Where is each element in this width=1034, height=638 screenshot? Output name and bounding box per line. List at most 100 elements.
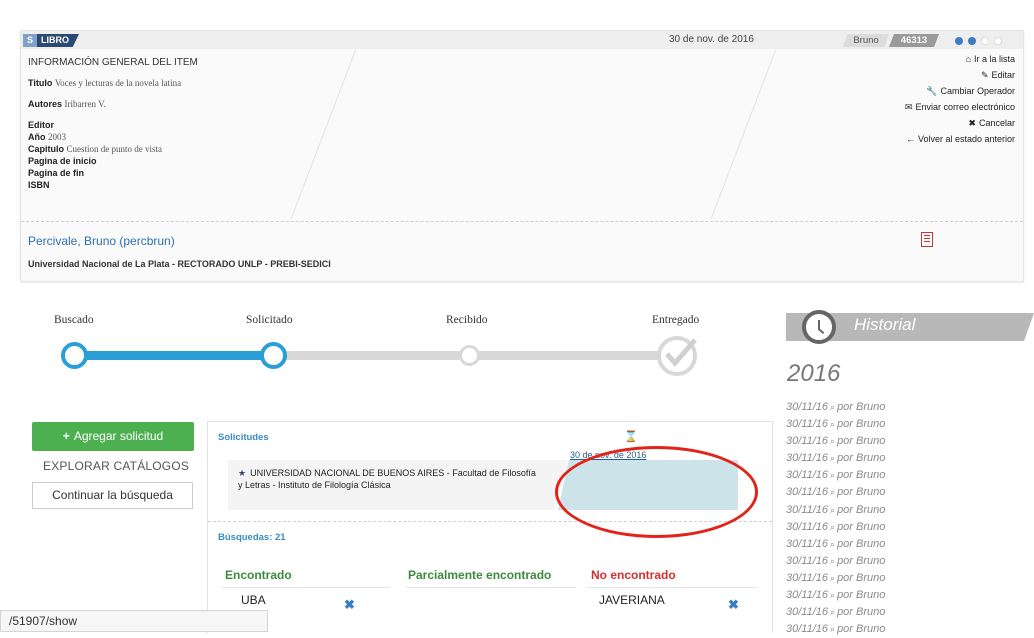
autores-label: Autores [28,99,63,109]
history-entry-user: por Bruno [837,469,886,482]
history-entry-user: por Bruno [837,452,886,465]
isbn-label: ISBN [28,180,50,190]
progress-track-done [74,351,274,360]
capitulo-value: Cuestion de punto de vista [66,144,163,154]
history-entry: 30/11/16 ⌕ por Bruno [786,587,885,604]
search-icon[interactable]: ⌕ [830,556,835,566]
history-entry-date: 30/11/16 [786,606,829,619]
history-entry-date: 30/11/16 [786,469,829,482]
request-cancel-icon[interactable]: ✖ [683,430,691,441]
user-name-link[interactable]: Percivale, Bruno (percbrun) [28,234,175,248]
item-card: S LIBRO 30 de nov. de 2016 Bruno 46313 I… [20,30,1024,282]
history-entry: 30/11/16 ⌕ por Bruno [786,433,885,450]
status-dot-3 [981,37,989,45]
request-provider: UNIVERSIDAD NACIONAL DE BUENOS AIRES - F… [238,468,536,490]
anio-label: Año [28,132,46,142]
request-provider-box: ★ UNIVERSIDAD NACIONAL DE BUENOS AIRES - … [228,460,568,510]
search-icon[interactable]: ⌕ [830,487,835,497]
searches-count: Búsquedas: 21 [218,532,286,543]
step-label-solicitado: Solicitado [246,314,293,326]
remove-not-found-icon[interactable]: ✖ [728,597,739,613]
home-icon: ⌂ [965,54,971,64]
document-icon[interactable] [921,232,933,247]
history-entry-user: por Bruno [837,589,886,602]
search-icon[interactable]: ⌕ [830,453,835,463]
browser-status-url: /51907/show [0,610,268,632]
explore-catalogs-link[interactable]: EXPLORAR CATÁLOGOS [43,459,189,473]
search-icon[interactable]: ⌕ [830,402,835,412]
history-entry-user: por Bruno [837,571,886,584]
change-operator-link[interactable]: 🔧 Cambiar Operador [905,83,1015,99]
history-entry-date: 30/11/16 [786,435,829,448]
card-separator [21,221,1023,222]
history-entry: 30/11/16 ⌕ por Bruno [786,450,885,467]
search-icon[interactable]: ⌕ [830,624,835,634]
envelope-icon: ✉ [904,102,913,112]
history-entry: 30/11/16 ⌕ por Bruno [786,484,885,501]
arrow-left-icon: ← [905,134,915,144]
add-request-button[interactable]: + Agregar solicitud [32,422,194,451]
send-email-link[interactable]: ✉ Enviar correo electrónico [905,99,1015,115]
section-title: INFORMACIÓN GENERAL DEL ITEM [28,57,198,68]
history-entry-date: 30/11/16 [786,623,829,636]
search-icon[interactable]: ⌕ [830,607,835,617]
search-icon[interactable]: ⌕ [830,522,835,532]
history-entry: 30/11/16 ⌕ por Bruno [786,467,885,484]
item-actions: ⌂ Ir a la lista ✎ Editar 🔧 Cambiar Operador… [905,51,1015,147]
pencil-icon: ✎ [980,70,989,80]
revert-state-link[interactable]: ← Volver al estado anterior [905,131,1015,147]
check-icon [665,338,697,367]
history-entry: 30/11/16 ⌕ por Bruno [786,570,885,587]
clock-icon [802,310,836,344]
capitulo-label: Capitulo [28,144,64,154]
history-entry-user: por Bruno [837,554,886,567]
step-node-solicitado [260,342,287,369]
history-entry-user: por Bruno [837,606,886,619]
edit-link[interactable]: ✎ Editar [905,67,1015,83]
history-entry: 30/11/16 ⌕ por Bruno [786,536,885,553]
search-icon[interactable]: ⌕ [830,505,835,515]
status-dot-2 [968,37,976,45]
history-entry-date: 30/11/16 [786,418,829,431]
titulo-label: Titulo [28,78,53,88]
search-icon[interactable]: ⌕ [830,419,835,429]
search-icon[interactable]: ⌕ [830,539,835,549]
card-header: S LIBRO 30 de nov. de 2016 Bruno 46313 [21,31,1023,49]
pagina-inicio-label: Pagina de inicio [28,156,97,166]
search-icon[interactable]: ⌕ [830,573,835,583]
requests-title: Solicitudes [218,432,269,443]
hourglass-icon: ⌛ [624,431,638,443]
history-entry: 30/11/16 ⌕ por Bruno [786,604,885,621]
continue-search-button[interactable]: Continuar la búsqueda [32,482,193,509]
history-entry-user: por Bruno [837,486,886,499]
history-title: Historial [854,315,916,334]
request-number-badge: 46313 [889,34,939,47]
operator-badge: Bruno [843,34,889,47]
history-entry-date: 30/11/16 [786,554,829,567]
search-icon[interactable]: ⌕ [830,590,835,600]
card-divider-right [710,49,777,219]
found-item: UBA [241,593,266,607]
history-entry: 30/11/16 ⌕ por Bruno [786,502,885,519]
status-dot-4 [994,37,1002,45]
history-entry-date: 30/11/16 [786,503,829,516]
plus-icon: + [62,429,70,443]
history-entry-date: 30/11/16 [786,401,829,413]
step-node-buscado [61,342,88,369]
search-icon[interactable]: ⌕ [830,436,835,446]
step-label-recibido: Recibido [446,314,488,326]
search-icon[interactable]: ⌕ [830,470,835,480]
history-entry: 30/11/16 ⌕ por Bruno [786,399,885,416]
editor-label: Editor [28,120,54,130]
history-entry-date: 30/11/16 [786,486,829,499]
history-entry-user: por Bruno [837,418,886,431]
remove-found-icon[interactable]: ✖ [344,597,355,613]
pagina-fin-label: Pagina de fin [28,168,85,178]
step-node-entregado [657,336,697,376]
user-institution: Universidad Nacional de La Plata - RECTO… [28,259,331,269]
go-to-list-link[interactable]: ⌂ Ir a la lista [905,51,1015,67]
star-icon: ★ [238,468,247,478]
cancel-link[interactable]: ✖ Cancelar [905,115,1015,131]
history-entry-user: por Bruno [837,503,886,516]
history-entry: 30/11/16 ⌕ por Bruno [786,416,885,433]
